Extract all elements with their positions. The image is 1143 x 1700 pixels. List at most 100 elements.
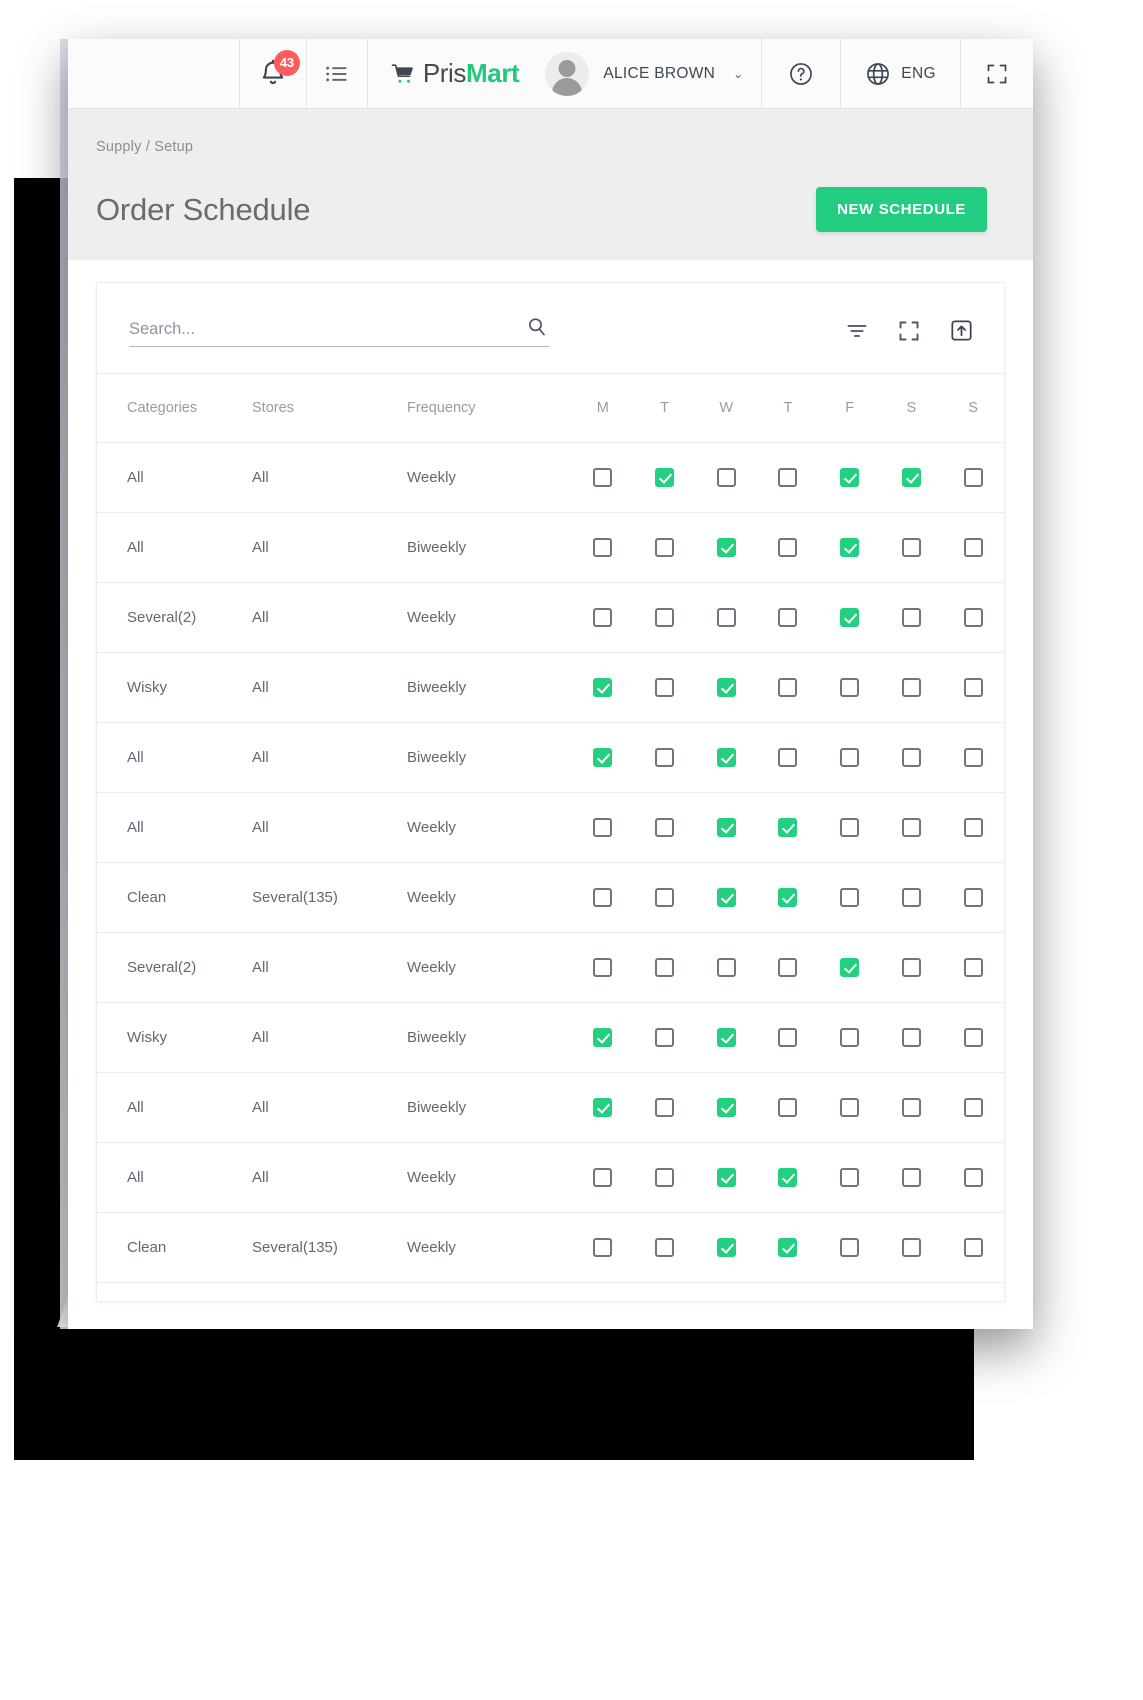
checkbox-sun[interactable] <box>963 538 983 557</box>
checkbox-fri[interactable] <box>840 608 860 627</box>
checkbox-tue[interactable] <box>655 1168 675 1187</box>
checkbox-tue[interactable] <box>655 1098 675 1117</box>
table-row[interactable]: All All Biweekly <box>97 512 1004 583</box>
checkbox-tue[interactable] <box>655 468 675 487</box>
fullscreen-button[interactable] <box>961 39 1033 108</box>
checkbox-mon[interactable] <box>593 1098 613 1117</box>
checkbox-mon[interactable] <box>593 1168 613 1187</box>
checkbox-thu[interactable] <box>778 818 798 837</box>
checkbox-sun[interactable] <box>963 1168 983 1187</box>
checkbox-sat[interactable] <box>901 958 921 977</box>
checkbox-sat[interactable] <box>901 888 921 907</box>
checkbox-tue[interactable] <box>655 608 675 627</box>
checkbox-thu[interactable] <box>778 1098 798 1117</box>
checkbox-wed[interactable] <box>716 748 736 767</box>
breadcrumb[interactable]: Supply / Setup <box>96 139 987 155</box>
checkbox-wed[interactable] <box>716 888 736 907</box>
checkbox-tue[interactable] <box>655 678 675 697</box>
checkbox-fri[interactable] <box>840 958 860 977</box>
checkbox-fri[interactable] <box>840 818 860 837</box>
checkbox-tue[interactable] <box>655 888 675 907</box>
checkbox-sat[interactable] <box>901 678 921 697</box>
table-row[interactable]: Wisky All Biweekly <box>97 652 1004 723</box>
checkbox-fri[interactable] <box>840 888 860 907</box>
checkbox-fri[interactable] <box>840 1028 860 1047</box>
checkbox-mon[interactable] <box>593 678 613 697</box>
checkbox-thu[interactable] <box>778 608 798 627</box>
filter-icon[interactable] <box>845 319 869 343</box>
checkbox-tue[interactable] <box>655 1238 675 1257</box>
checkbox-wed[interactable] <box>716 538 736 557</box>
checkbox-mon[interactable] <box>593 888 613 907</box>
language-selector[interactable]: ENG <box>841 39 961 108</box>
checkbox-mon[interactable] <box>593 1238 613 1257</box>
search-input[interactable] <box>129 320 525 339</box>
brand-logo[interactable]: PrisMart <box>390 58 520 89</box>
checkbox-mon[interactable] <box>593 958 613 977</box>
checkbox-wed[interactable] <box>716 958 736 977</box>
checkbox-mon[interactable] <box>593 608 613 627</box>
checkbox-fri[interactable] <box>840 1168 860 1187</box>
checkbox-fri[interactable] <box>840 748 860 767</box>
table-row[interactable]: Several(2) All Weekly <box>97 582 1004 653</box>
checkbox-sun[interactable] <box>963 888 983 907</box>
checkbox-sat[interactable] <box>901 818 921 837</box>
checkbox-fri[interactable] <box>840 468 860 487</box>
checkbox-sat[interactable] <box>901 1168 921 1187</box>
fullscreen-icon[interactable] <box>897 319 921 343</box>
checkbox-tue[interactable] <box>655 958 675 977</box>
checkbox-wed[interactable] <box>716 1238 736 1257</box>
search-icon[interactable] <box>525 315 549 339</box>
checkbox-tue[interactable] <box>655 1028 675 1047</box>
table-row[interactable]: All All Biweekly <box>97 722 1004 793</box>
checkbox-wed[interactable] <box>716 1168 736 1187</box>
checkbox-sat[interactable] <box>901 1028 921 1047</box>
checkbox-thu[interactable] <box>778 958 798 977</box>
checkbox-fri[interactable] <box>840 538 860 557</box>
menu-list-button[interactable] <box>307 39 368 108</box>
column-header-frequency[interactable]: Frequency <box>407 374 572 443</box>
checkbox-thu[interactable] <box>778 888 798 907</box>
checkbox-mon[interactable] <box>593 1028 613 1047</box>
table-row[interactable]: All All Biweekly <box>97 1072 1004 1143</box>
checkbox-sat[interactable] <box>901 538 921 557</box>
checkbox-mon[interactable] <box>593 468 613 487</box>
column-header-categories[interactable]: Categories <box>97 374 252 443</box>
table-row[interactable]: Wisky All Biweekly <box>97 1002 1004 1073</box>
checkbox-wed[interactable] <box>716 608 736 627</box>
checkbox-sun[interactable] <box>963 1238 983 1257</box>
checkbox-wed[interactable] <box>716 818 736 837</box>
checkbox-sun[interactable] <box>963 1098 983 1117</box>
checkbox-thu[interactable] <box>778 1238 798 1257</box>
table-row[interactable]: All All Weekly <box>97 792 1004 863</box>
checkbox-tue[interactable] <box>655 538 675 557</box>
column-header-stores[interactable]: Stores <box>252 374 407 443</box>
checkbox-thu[interactable] <box>778 538 798 557</box>
new-schedule-button[interactable]: NEW SCHEDULE <box>816 187 987 232</box>
checkbox-wed[interactable] <box>716 1028 736 1047</box>
checkbox-sat[interactable] <box>901 1098 921 1117</box>
checkbox-sun[interactable] <box>963 958 983 977</box>
export-box-icon[interactable] <box>949 318 974 343</box>
table-row[interactable]: Clean Several(135) Weekly <box>97 1212 1004 1283</box>
table-row[interactable]: Clean Several(135) Weekly <box>97 862 1004 933</box>
checkbox-sat[interactable] <box>901 468 921 487</box>
user-menu[interactable]: ALICE BROWN ⌄ <box>545 51 743 96</box>
table-row[interactable]: All All Weekly <box>97 442 1004 513</box>
checkbox-sun[interactable] <box>963 678 983 697</box>
notifications-button[interactable]: 43 <box>240 39 307 108</box>
checkbox-wed[interactable] <box>716 1098 736 1117</box>
checkbox-thu[interactable] <box>778 1028 798 1047</box>
checkbox-fri[interactable] <box>840 1238 860 1257</box>
checkbox-thu[interactable] <box>778 678 798 697</box>
checkbox-tue[interactable] <box>655 818 675 837</box>
checkbox-fri[interactable] <box>840 1098 860 1117</box>
checkbox-tue[interactable] <box>655 748 675 767</box>
table-row[interactable]: All All Weekly <box>97 1142 1004 1213</box>
checkbox-sun[interactable] <box>963 468 983 487</box>
checkbox-mon[interactable] <box>593 748 613 767</box>
checkbox-sun[interactable] <box>963 1028 983 1047</box>
checkbox-sat[interactable] <box>901 748 921 767</box>
checkbox-wed[interactable] <box>716 678 736 697</box>
checkbox-sun[interactable] <box>963 818 983 837</box>
